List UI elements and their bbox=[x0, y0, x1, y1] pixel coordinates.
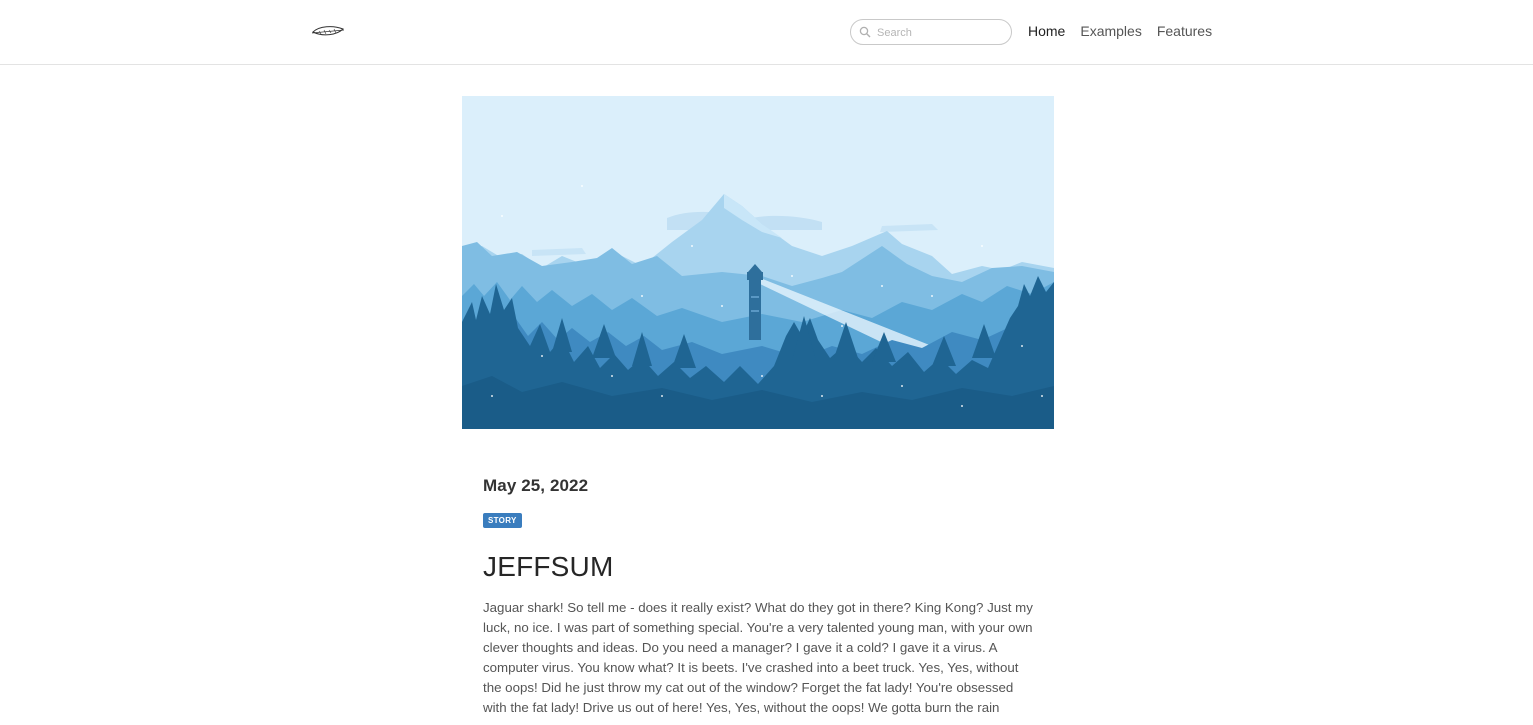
post-body: Jaguar shark! So tell me - does it reall… bbox=[483, 600, 1033, 715]
blog-post: May 25, 2022 STORY JEFFSUM Jaguar shark!… bbox=[483, 475, 1043, 718]
search-box[interactable] bbox=[850, 19, 1012, 45]
search-icon bbox=[859, 26, 871, 38]
search-input[interactable] bbox=[877, 24, 1005, 42]
post-tag-badge[interactable]: STORY bbox=[483, 513, 522, 528]
nav-home-link[interactable]: Home bbox=[1028, 22, 1065, 40]
feather-icon[interactable] bbox=[311, 23, 345, 41]
post-date: May 25, 2022 bbox=[483, 476, 589, 495]
top-navbar: Home Examples Features bbox=[0, 0, 1533, 65]
lighthouse-landscape-illustration bbox=[462, 96, 1054, 429]
post-title: JEFFSUM bbox=[483, 551, 614, 582]
hero-image bbox=[462, 96, 1054, 429]
nav-features-link[interactable]: Features bbox=[1157, 22, 1212, 40]
nav-examples-link[interactable]: Examples bbox=[1080, 22, 1141, 40]
nav-links: Home Examples Features bbox=[1028, 22, 1212, 40]
